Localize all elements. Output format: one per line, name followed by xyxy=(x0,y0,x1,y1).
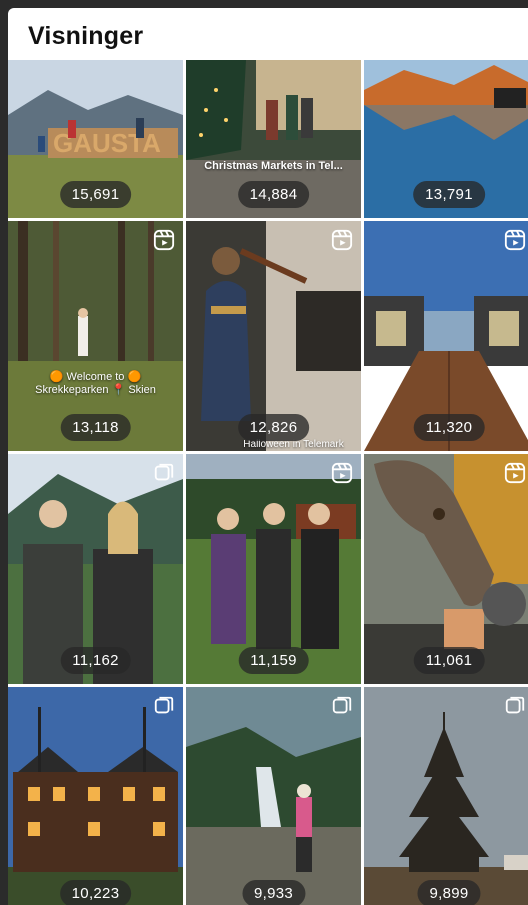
view-count-badge: 11,162 xyxy=(60,647,131,674)
media-tile-8[interactable]: 11,159 xyxy=(186,454,361,684)
tile-image xyxy=(186,687,361,905)
media-tile-7[interactable]: 11,162 xyxy=(8,454,183,684)
view-count-badge: 9,933 xyxy=(241,880,306,905)
media-tile-5[interactable]: Halloween in Telemark 12,826 xyxy=(186,221,361,451)
view-count-badge: 11,061 xyxy=(413,647,485,674)
multi-image-icon xyxy=(331,695,353,717)
media-tile-3[interactable]: 13,791 xyxy=(364,60,528,218)
view-count-badge: 15,691 xyxy=(59,181,132,208)
media-tile-11[interactable]: 9,933 xyxy=(186,687,361,905)
multi-image-icon xyxy=(504,695,526,717)
reel-icon xyxy=(504,462,526,484)
media-tile-4[interactable]: 🟠 Welcome to 🟠 Skrekkeparken 📍 Skien 13,… xyxy=(8,221,183,451)
media-tile-10[interactable]: 10,223 xyxy=(8,687,183,905)
media-tile-1[interactable]: GAUSTA 15,691 xyxy=(8,60,183,218)
view-count-badge: 11,320 xyxy=(413,414,485,441)
view-count-badge: 14,884 xyxy=(237,181,310,208)
media-tile-9[interactable]: 11,061 xyxy=(364,454,528,684)
media-tile-12[interactable]: 9,899 xyxy=(364,687,528,905)
view-count-badge: 10,223 xyxy=(59,880,132,905)
reel-icon xyxy=(331,229,353,251)
page-title: Visninger xyxy=(28,22,144,50)
views-panel: Visninger GAUSTA 15,691 Christmas Market… xyxy=(8,8,528,905)
media-tile-6[interactable]: 11,320 xyxy=(364,221,528,451)
multi-image-icon xyxy=(153,695,175,717)
tile-image xyxy=(364,687,528,905)
reel-icon xyxy=(153,229,175,251)
view-count-badge: 13,791 xyxy=(413,181,485,208)
multi-image-icon xyxy=(153,462,175,484)
view-count-badge: 11,159 xyxy=(238,647,309,674)
caption-overlay: 🟠 Welcome to 🟠 Skrekkeparken 📍 Skien xyxy=(35,371,156,396)
reel-icon xyxy=(504,229,526,251)
view-count-badge: 12,826 xyxy=(237,414,310,441)
reel-icon xyxy=(331,462,353,484)
media-tile-2[interactable]: Christmas Markets in Tel... 14,884 xyxy=(186,60,361,218)
caption-overlay: Christmas Markets in Tel... xyxy=(204,160,343,172)
view-count-badge: 13,118 xyxy=(60,414,131,441)
tile-image xyxy=(8,687,183,905)
view-count-badge: 9,899 xyxy=(417,880,481,905)
media-grid: GAUSTA 15,691 Christmas Markets in Tel..… xyxy=(8,60,528,905)
